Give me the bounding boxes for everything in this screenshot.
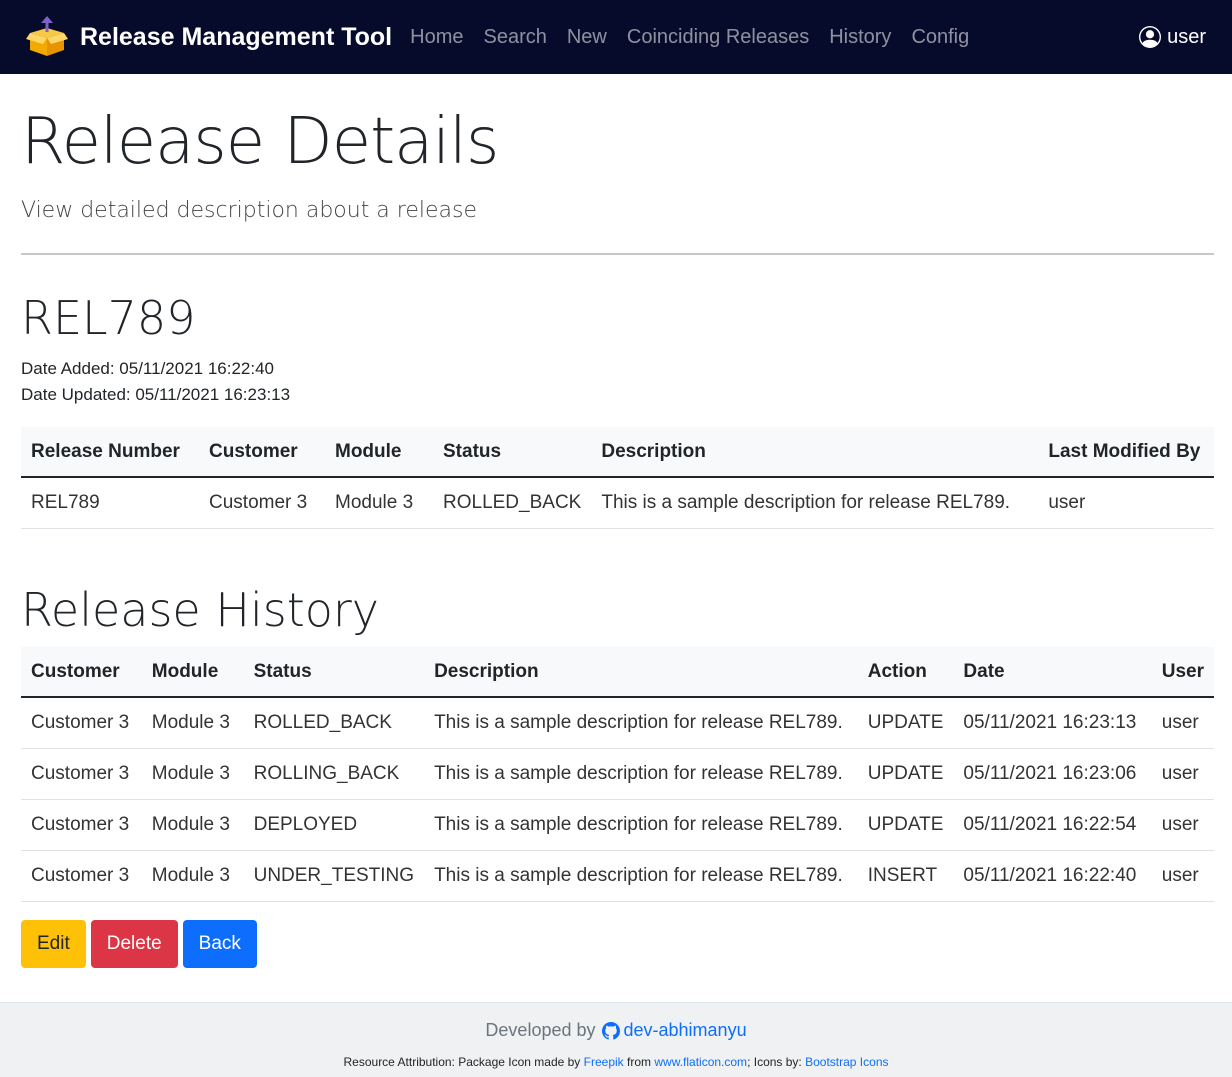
table-cell: DEPLOYED	[243, 799, 425, 851]
divider	[21, 252, 1214, 255]
column-header: Description	[591, 427, 1039, 479]
column-header: Action	[857, 647, 954, 699]
table-cell: This is a sample description for release…	[424, 697, 858, 749]
table-header-row: Customer Module Status Description Actio…	[21, 647, 1214, 699]
table-row: REL789 Customer 3 Module 3 ROLLED_BACK T…	[21, 477, 1214, 529]
footer-developed-by: Developed by dev-abhimanyu	[0, 1020, 1232, 1041]
table-cell: This is a sample description for release…	[424, 799, 858, 851]
table-cell: Module 3	[141, 799, 244, 851]
column-header: User	[1151, 647, 1214, 699]
nav-link-home[interactable]: Home	[410, 26, 463, 49]
table-cell: 05/11/2021 16:23:13	[953, 697, 1152, 749]
table-cell: UPDATE	[857, 697, 954, 749]
table-row: Customer 3 Module 3 ROLLED_BACK This is …	[21, 697, 1214, 749]
column-header: Module	[325, 427, 433, 479]
table-cell: REL789	[21, 477, 199, 529]
column-header: Status	[433, 427, 592, 479]
user-menu[interactable]: user	[1139, 26, 1206, 49]
developer-link[interactable]: dev-abhimanyu	[601, 1020, 747, 1041]
flaticon-link[interactable]: www.flaticon.com	[654, 1055, 747, 1069]
back-button[interactable]: Back	[182, 919, 257, 968]
release-history-table: Customer Module Status Description Actio…	[21, 647, 1214, 902]
table-cell: UPDATE	[857, 799, 954, 851]
table-row: Customer 3 Module 3 ROLLING_BACK This is…	[21, 748, 1214, 800]
table-cell: Customer 3	[21, 799, 142, 851]
column-header: Description	[424, 647, 858, 699]
table-cell: Module 3	[141, 748, 244, 800]
footer: Developed by dev-abhimanyu Resource Attr…	[0, 1002, 1232, 1077]
bootstrap-icons-link[interactable]: Bootstrap Icons	[805, 1055, 888, 1069]
action-buttons: Edit Delete Back	[21, 919, 1214, 968]
developer-name: dev-abhimanyu	[623, 1020, 747, 1040]
brand[interactable]: Release Management Tool	[26, 16, 392, 58]
column-header: Date	[953, 647, 1152, 699]
table-header-row: Release Number Customer Module Status De…	[21, 427, 1214, 479]
table-cell: Customer 3	[199, 477, 325, 529]
table-cell: Module 3	[141, 697, 244, 749]
user-name: user	[1167, 25, 1206, 48]
person-circle-icon	[1139, 26, 1162, 48]
nav-link-search[interactable]: Search	[483, 26, 546, 49]
table-cell: Module 3	[325, 477, 433, 529]
table-row: Customer 3 Module 3 DEPLOYED This is a s…	[21, 799, 1214, 851]
table-cell: user	[1151, 799, 1214, 851]
date-updated: Date Updated: 05/11/2021 16:23:13	[21, 385, 291, 405]
table-cell: This is a sample description for release…	[424, 850, 858, 902]
column-header: Customer	[199, 427, 325, 479]
table-cell: UPDATE	[857, 748, 954, 800]
table-cell: UNDER_TESTING	[243, 850, 425, 902]
table-cell: Customer 3	[21, 697, 142, 749]
column-header: Release Number	[21, 427, 199, 479]
table-cell: user	[1151, 850, 1214, 902]
date-added: Date Added: 05/11/2021 16:22:40	[21, 359, 275, 379]
attribution-prefix: Resource Attribution: Package Icon made …	[343, 1055, 581, 1069]
nav-link-config[interactable]: Config	[911, 26, 969, 49]
table-row: Customer 3 Module 3 UNDER_TESTING This i…	[21, 850, 1214, 902]
table-cell: ROLLING_BACK	[243, 748, 425, 800]
table-cell: Module 3	[141, 850, 244, 902]
attribution-from: from	[627, 1055, 652, 1069]
table-cell: Customer 3	[21, 850, 142, 902]
nav-link-new[interactable]: New	[567, 26, 607, 49]
column-header: Module	[141, 647, 244, 699]
table-cell: This is a sample description for release…	[591, 477, 1039, 529]
github-icon	[601, 1021, 620, 1040]
table-cell: Customer 3	[21, 748, 142, 800]
developed-by-label: Developed by	[485, 1020, 596, 1040]
table-cell: ROLLED_BACK	[243, 697, 425, 749]
table-cell: user	[1151, 748, 1214, 800]
table-cell: 05/11/2021 16:22:54	[953, 799, 1152, 851]
table-cell: ROLLED_BACK	[433, 477, 592, 529]
footer-attribution: Resource Attribution: Package Icon made …	[0, 1055, 1232, 1069]
freepik-link[interactable]: Freepik	[584, 1055, 624, 1069]
icons-by-label: ; Icons by:	[747, 1055, 802, 1069]
nav-link-history[interactable]: History	[829, 26, 891, 49]
column-header: Status	[243, 647, 425, 699]
table-cell: INSERT	[857, 850, 954, 902]
column-header: Last Modified By	[1038, 427, 1214, 479]
page-title: Release Details	[21, 105, 499, 179]
edit-button[interactable]: Edit	[21, 919, 86, 968]
table-cell: user	[1151, 697, 1214, 749]
navbar: Release Management Tool Home Search New …	[0, 0, 1232, 74]
release-history-title: Release History	[21, 582, 380, 637]
table-cell: user	[1038, 477, 1214, 529]
release-details-table: Release Number Customer Module Status De…	[21, 427, 1214, 529]
delete-button[interactable]: Delete	[90, 919, 178, 968]
nav-link-coinciding-releases[interactable]: Coinciding Releases	[627, 26, 809, 49]
package-icon	[26, 16, 68, 56]
table-cell: 05/11/2021 16:23:06	[953, 748, 1152, 800]
table-cell: 05/11/2021 16:22:40	[953, 850, 1152, 902]
page-subtitle: View detailed description about a releas…	[21, 197, 478, 223]
brand-title: Release Management Tool	[80, 22, 393, 51]
main-content: Release Details View detailed descriptio…	[0, 105, 1232, 968]
table-cell: This is a sample description for release…	[424, 748, 858, 800]
release-id: REL789	[21, 290, 196, 345]
nav-links: Home Search New Coinciding Releases Hist…	[410, 26, 989, 49]
column-header: Customer	[21, 647, 142, 699]
